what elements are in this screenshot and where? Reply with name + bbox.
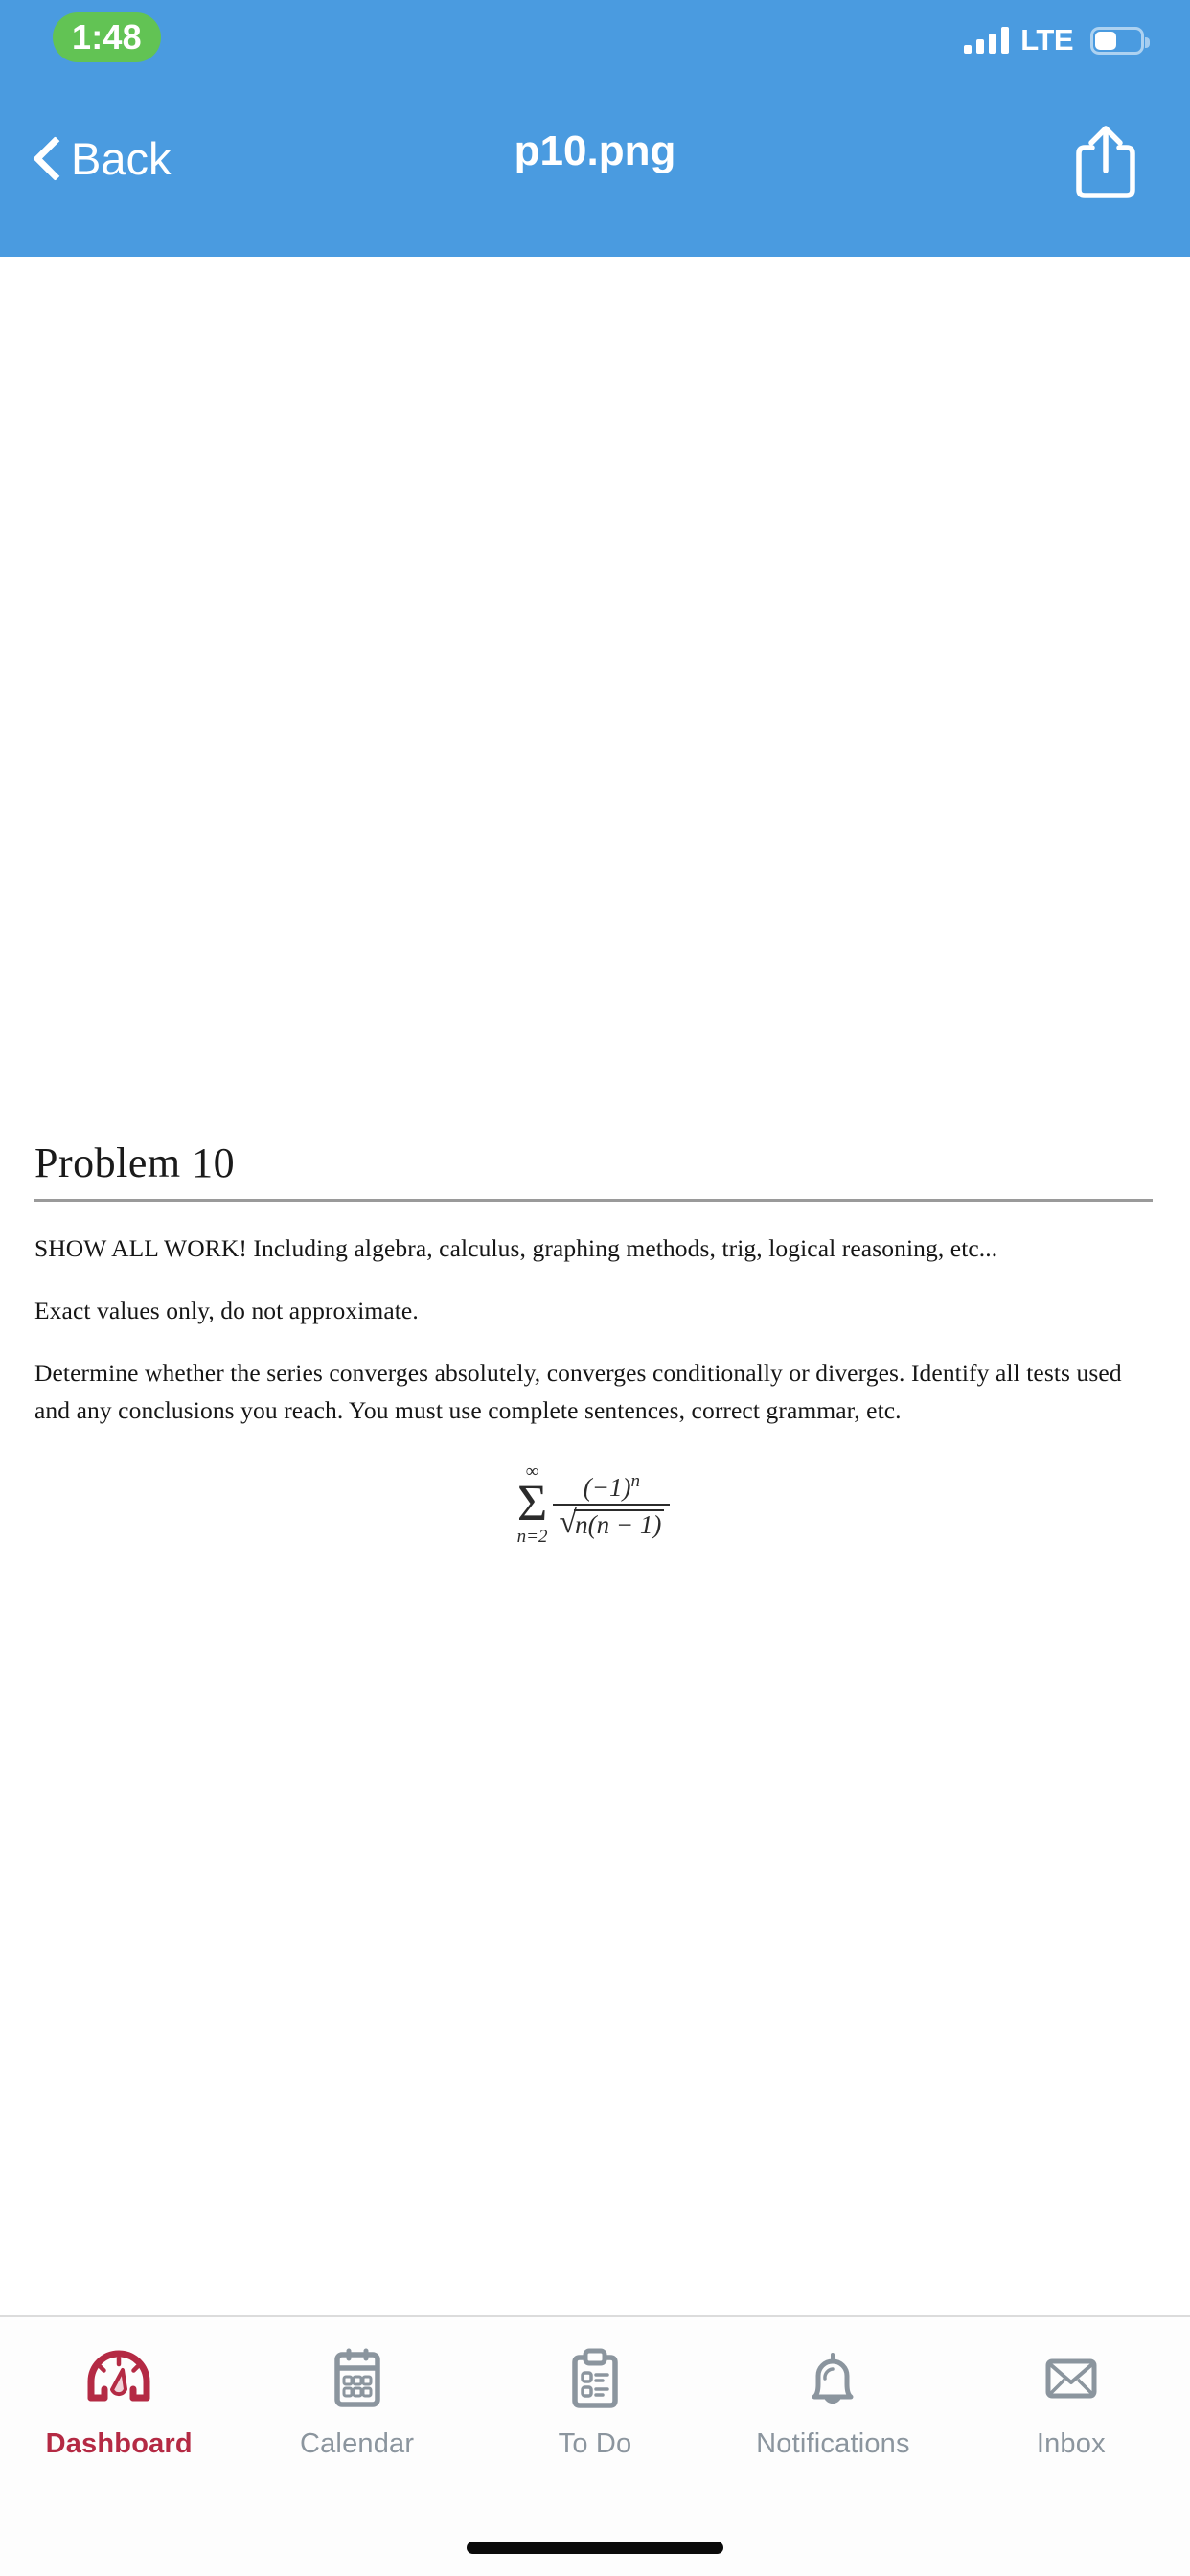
bell-icon bbox=[797, 2342, 868, 2413]
problem-heading: Problem 10 bbox=[34, 1139, 236, 1186]
tab-label-todo: To Do bbox=[558, 2428, 632, 2459]
home-indicator[interactable] bbox=[467, 2542, 723, 2554]
fraction-numerator: (−1)n bbox=[578, 1472, 646, 1504]
document-content: Problem 10 SHOW ALL WORK! Including alge… bbox=[0, 1139, 1190, 1549]
battery-icon bbox=[1090, 26, 1150, 55]
signal-bars-icon bbox=[964, 27, 1010, 54]
tab-label-calendar: Calendar bbox=[299, 2428, 415, 2459]
series-formula: ∞ Σ n=2 (−1)n √ n(n − 1) bbox=[34, 1462, 1153, 1548]
clipboard-list-icon bbox=[560, 2342, 630, 2413]
tab-label-dashboard: Dashboard bbox=[45, 2428, 193, 2459]
status-time: 1:48 bbox=[72, 17, 142, 57]
navigation-bar: Back p10.png bbox=[0, 79, 1190, 257]
tab-calendar[interactable]: Calendar bbox=[238, 2342, 475, 2458]
tab-todo[interactable]: To Do bbox=[476, 2342, 714, 2458]
radicand: n(n − 1) bbox=[574, 1509, 665, 1538]
page-title: p10.png bbox=[514, 127, 676, 174]
bottom-tab-bar: Dashboard Calendar To Do Notifications I… bbox=[0, 2315, 1190, 2576]
tab-dashboard[interactable]: Dashboard bbox=[0, 2342, 238, 2458]
fraction-denominator: √ n(n − 1) bbox=[553, 1506, 670, 1539]
tab-label-notifications: Notifications bbox=[756, 2428, 910, 2459]
square-root: √ n(n − 1) bbox=[559, 1506, 665, 1539]
heading-divider bbox=[34, 1199, 1153, 1203]
summation-operator: ∞ Σ n=2 bbox=[517, 1462, 548, 1548]
status-bar: 1:48 LTE bbox=[0, 0, 1190, 79]
time-recording-indicator[interactable]: 1:48 bbox=[53, 12, 161, 62]
calendar-icon bbox=[322, 2342, 393, 2413]
share-icon bbox=[1076, 126, 1135, 198]
envelope-icon bbox=[1036, 2342, 1107, 2413]
summation-lower-limit: n=2 bbox=[516, 1526, 548, 1547]
instruction-paragraph-3: Determine whether the series converges a… bbox=[34, 1358, 1122, 1425]
network-type-label: LTE bbox=[1020, 23, 1073, 57]
gauge-icon bbox=[83, 2342, 154, 2413]
fraction: (−1)n √ n(n − 1) bbox=[553, 1472, 671, 1539]
sigma-icon: Σ bbox=[516, 1474, 548, 1532]
status-bar-right-group: LTE bbox=[964, 21, 1150, 59]
numerator-exponent: n bbox=[630, 1471, 641, 1492]
share-button[interactable] bbox=[1067, 121, 1144, 203]
tab-notifications[interactable]: Notifications bbox=[714, 2342, 951, 2458]
instruction-paragraph-2: Exact values only, do not approximate. bbox=[34, 1296, 419, 1324]
problem-body: SHOW ALL WORK! Including algebra, calcul… bbox=[34, 1230, 1153, 1548]
tab-inbox[interactable]: Inbox bbox=[952, 2342, 1190, 2458]
tab-label-inbox: Inbox bbox=[1036, 2428, 1106, 2459]
document-viewer[interactable]: Problem 10 SHOW ALL WORK! Including alge… bbox=[0, 257, 1190, 2315]
numerator-base: (−1) bbox=[583, 1473, 631, 1503]
instruction-paragraph-1: SHOW ALL WORK! Including algebra, calcul… bbox=[34, 1234, 998, 1263]
